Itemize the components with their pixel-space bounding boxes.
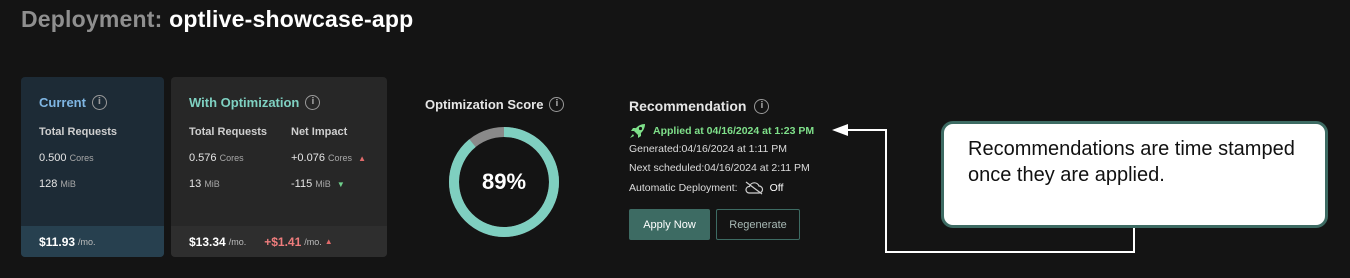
cpu-value: 0.576 xyxy=(189,152,217,164)
page-title: Deployment: optlive-showcase-app xyxy=(21,6,413,33)
cpu-impact: +0.076 xyxy=(291,152,325,164)
cpu-unit: Cores xyxy=(69,153,94,163)
cpu-impact-row: +0.076 Cores ▲ xyxy=(291,152,366,168)
column-header: Total Requests xyxy=(189,126,268,138)
cpu-unit: Cores xyxy=(219,153,244,163)
cost-impact: +$1.41 xyxy=(264,234,302,249)
current-title: Current xyxy=(39,95,86,110)
mem-unit: MiB xyxy=(204,179,220,189)
info-icon[interactable]: i xyxy=(305,95,321,110)
cost-unit: /mo. xyxy=(228,236,247,247)
title-label: Deployment: xyxy=(21,6,163,32)
next-scheduled-text: Next scheduled:04/16/2024 at 2:11 PM xyxy=(629,162,810,174)
current-cost: $11.93 xyxy=(39,234,76,249)
info-icon[interactable]: i xyxy=(549,97,565,112)
info-icon[interactable]: i xyxy=(91,95,107,110)
cpu-value-row: 0.500 Cores xyxy=(39,152,117,168)
annotation-callout: Recommendations are time stamped once th… xyxy=(941,121,1328,228)
mem-value: 13 xyxy=(189,178,202,190)
cost-unit: /mo. xyxy=(78,236,96,247)
current-cost-footer: $11.93 /mo. xyxy=(21,226,164,257)
applied-status: Applied at 04/16/2024 at 1:23 PM xyxy=(629,123,814,139)
mem-value-row: 13 MiB xyxy=(189,178,267,194)
cpu-value-row: 0.576 Cores xyxy=(189,152,267,168)
current-requests-column: Total Requests 0.500 Cores 128 MiB xyxy=(39,126,117,194)
optimized-requests-column: Total Requests 0.576 Cores 13 MiB xyxy=(189,126,267,194)
optimization-card: With Optimization i Total Requests 0.576… xyxy=(171,77,387,257)
optimized-cost: $13.34 xyxy=(189,234,226,249)
current-card: Current i Total Requests 0.500 Cores 128… xyxy=(21,77,164,257)
applied-text: Applied at 04/16/2024 at 1:23 PM xyxy=(653,125,815,137)
current-card-header: Current i xyxy=(39,95,107,110)
mem-value-row: 128 MiB xyxy=(39,178,117,194)
cloud-off-icon xyxy=(744,181,763,195)
cost-impact-unit: /mo. xyxy=(304,236,322,247)
automatic-deployment-value: Off xyxy=(769,182,784,194)
callout-text: Recommendations are time stamped once th… xyxy=(968,138,1295,186)
automatic-deployment-row: Automatic Deployment: Off xyxy=(629,181,783,195)
caret-up-icon: ▲ xyxy=(358,154,367,163)
recommendation-title: Recommendation i xyxy=(629,98,770,114)
optimized-cost-footer: $13.34 /mo. +$1.41 /mo. ▲ xyxy=(171,226,387,257)
score-title-text: Optimization Score xyxy=(425,97,544,112)
mem-impact-unit: MiB xyxy=(315,179,331,189)
info-icon[interactable]: i xyxy=(754,98,770,114)
recommendation-title-text: Recommendation xyxy=(629,98,747,114)
cpu-impact-unit: Cores xyxy=(328,153,353,163)
rocket-icon xyxy=(630,124,645,138)
caret-down-icon: ▼ xyxy=(336,180,345,189)
apply-now-button[interactable]: Apply Now xyxy=(629,209,710,240)
regenerate-button[interactable]: Regenerate xyxy=(716,209,800,240)
app-name: optlive-showcase-app xyxy=(169,6,414,32)
net-impact-column: Net Impact +0.076 Cores ▲ -115 MiB ▼ xyxy=(291,126,366,194)
column-header: Total Requests xyxy=(39,126,118,138)
caret-up-icon: ▲ xyxy=(324,237,333,246)
optimization-card-header: With Optimization i xyxy=(189,95,321,110)
generated-text: Generated:04/16/2024 at 1:11 PM xyxy=(629,143,788,155)
optimization-score-title: Optimization Score i xyxy=(425,97,565,112)
mem-unit: MiB xyxy=(60,179,76,189)
cpu-value: 0.500 xyxy=(39,152,67,164)
automatic-deployment-label: Automatic Deployment: xyxy=(629,182,738,194)
mem-value: 128 xyxy=(39,178,58,190)
optimization-title: With Optimization xyxy=(189,95,300,110)
mem-impact-row: -115 MiB ▼ xyxy=(291,178,366,194)
column-header: Net Impact xyxy=(291,126,348,138)
mem-impact: -115 xyxy=(291,178,313,190)
score-value: 89% xyxy=(481,169,527,194)
